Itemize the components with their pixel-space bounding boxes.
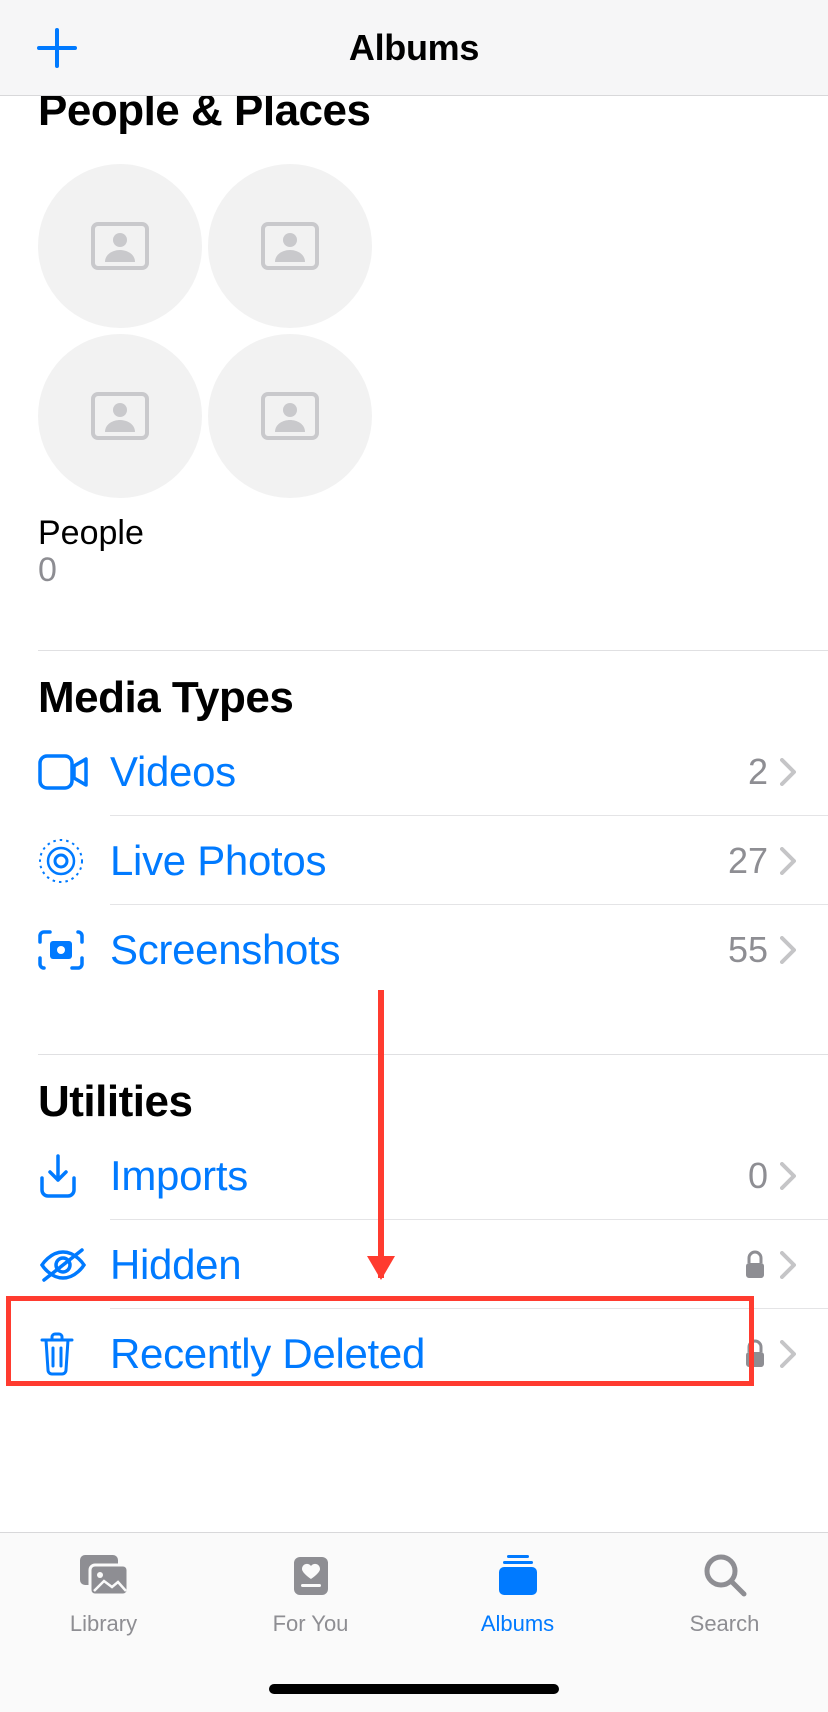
plus-icon [35,26,79,70]
people-face-placeholder [38,334,202,498]
person-placeholder-icon [261,222,319,270]
section-title-utilities: Utilities [0,1077,828,1127]
list-item-count: 0 [748,1155,768,1197]
library-icon [76,1551,132,1599]
for-you-icon [290,1551,332,1599]
list-item-hidden[interactable]: Hidden [0,1220,828,1309]
screenshots-icon [38,930,84,970]
chevron-right-icon [780,936,796,964]
tab-library[interactable]: Library [14,1547,194,1712]
list-item-count: 27 [728,840,768,882]
tab-label: Library [70,1611,137,1637]
divider [38,650,828,651]
chevron-right-icon [780,1340,796,1368]
nav-bar: Albums [0,0,828,96]
people-face-placeholder [38,164,202,328]
people-face-placeholder [208,334,372,498]
list-item-label: Recently Deleted [110,1330,744,1378]
list-item-label: Screenshots [110,926,728,974]
tab-label: For You [273,1611,349,1637]
people-album-label: People [0,514,828,553]
list-item-live-photos[interactable]: Live Photos 27 [0,816,828,905]
search-icon [702,1552,748,1598]
people-album[interactable] [38,164,372,498]
add-button[interactable] [30,0,84,96]
list-item-label: Live Photos [110,837,728,885]
tab-label: Albums [481,1611,554,1637]
person-placeholder-icon [261,392,319,440]
tab-search[interactable]: Search [635,1547,815,1712]
imports-icon [38,1154,78,1198]
list-item-count: 2 [748,751,768,793]
chevron-right-icon [780,847,796,875]
home-indicator[interactable] [269,1684,559,1694]
chevron-right-icon [780,1162,796,1190]
list-item-label: Hidden [110,1241,744,1289]
people-album-count: 0 [0,551,828,590]
media-types-list: Videos 2 Live Photos 27 Screenshots 55 [0,727,828,994]
person-placeholder-icon [91,222,149,270]
tab-label: Search [690,1611,760,1637]
hidden-icon [38,1246,88,1284]
people-face-placeholder [208,164,372,328]
nav-title: Albums [349,27,479,69]
chevron-right-icon [780,1251,796,1279]
person-placeholder-icon [91,392,149,440]
list-item-screenshots[interactable]: Screenshots 55 [0,905,828,994]
lock-icon [744,1250,766,1280]
list-item-label: Videos [110,748,748,796]
list-item-recently-deleted[interactable]: Recently Deleted [0,1309,828,1398]
video-icon [38,754,88,790]
lock-icon [744,1339,766,1369]
albums-content: People & Places People 0 Media Types Vid… [0,96,828,1712]
annotation-arrow [378,990,384,1278]
trash-icon [38,1332,76,1376]
section-title-media-types: Media Types [0,673,828,723]
albums-icon [495,1551,541,1599]
list-item-imports[interactable]: Imports 0 [0,1131,828,1220]
utilities-list: Imports 0 Hidden Recently Deleted [0,1131,828,1398]
divider [38,1054,828,1055]
chevron-right-icon [780,758,796,786]
live-photos-icon [38,838,84,884]
list-item-count: 55 [728,929,768,971]
list-item-label: Imports [110,1152,748,1200]
list-item-videos[interactable]: Videos 2 [0,727,828,816]
